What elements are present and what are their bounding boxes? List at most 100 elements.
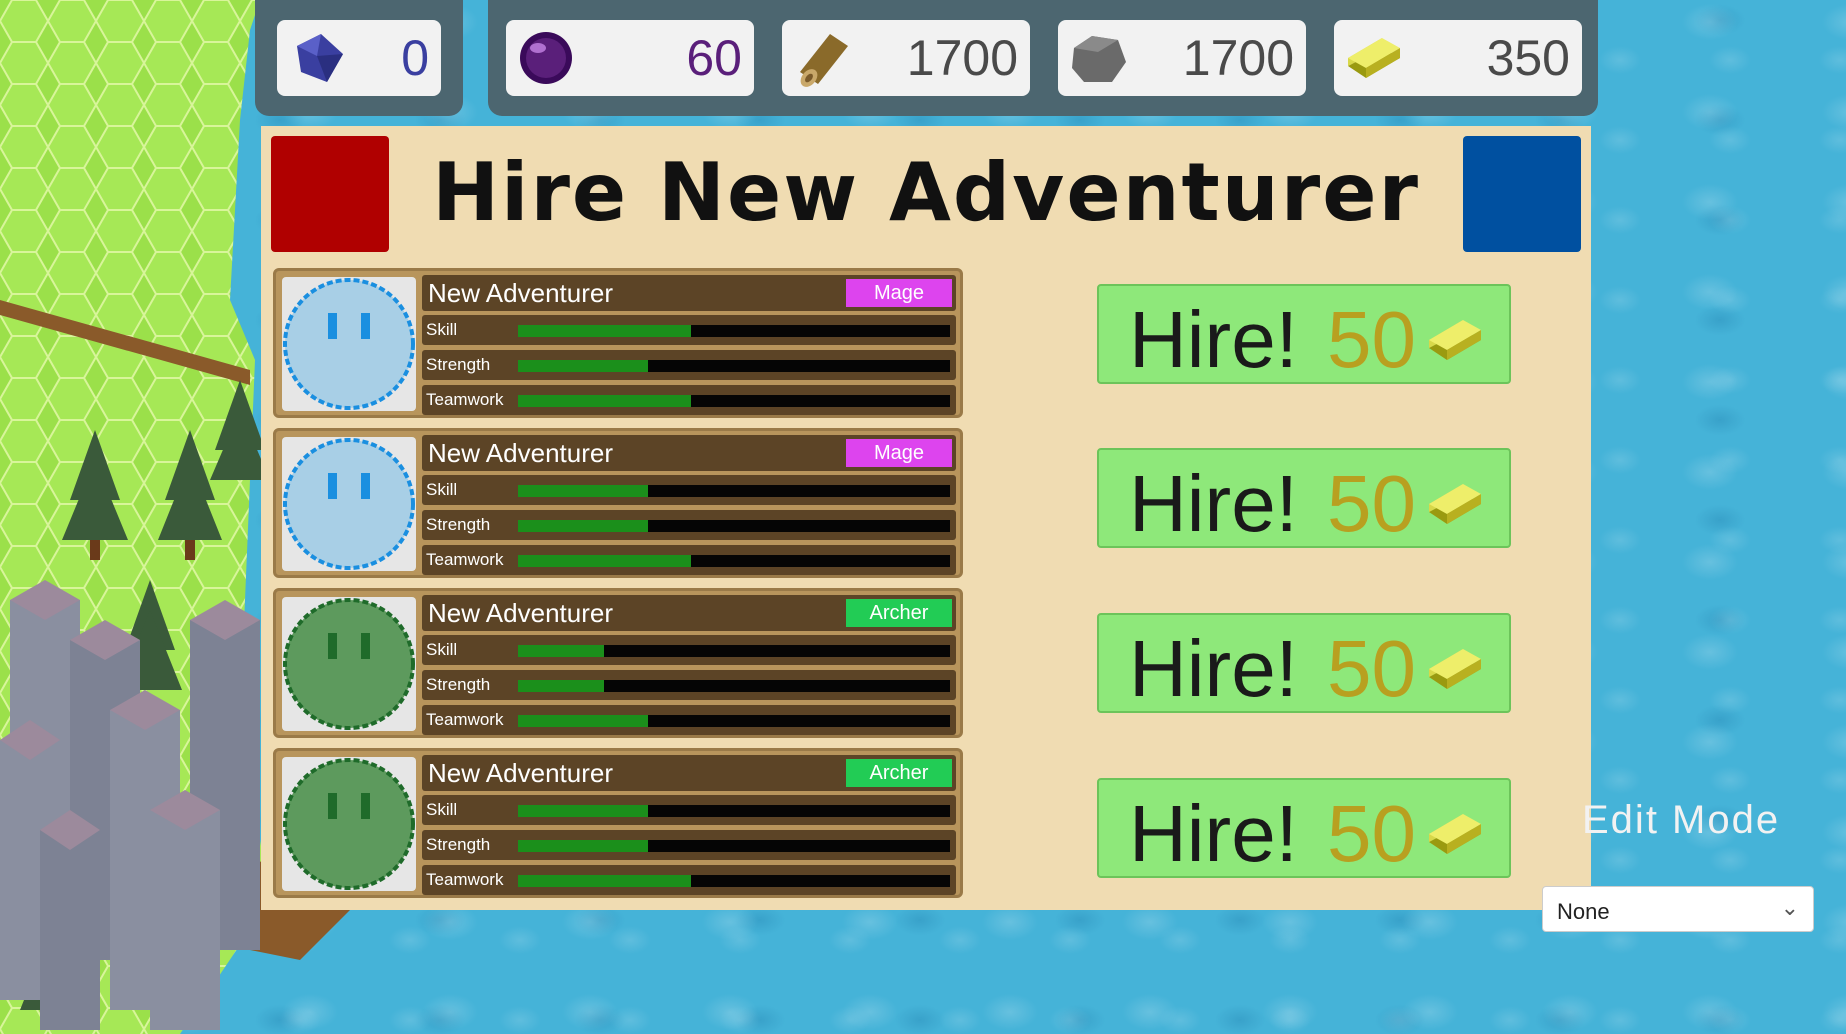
gold-bar-icon <box>1348 38 1400 78</box>
stat-bar-fill <box>518 555 691 567</box>
stat-bar-fill <box>518 485 648 497</box>
hire-cost: 50 <box>1327 624 1416 713</box>
stat-row: Teamwork <box>422 705 956 735</box>
class-badge: Archer <box>846 599 952 627</box>
stat-bar-fill <box>518 805 648 817</box>
stat-row: Skill <box>422 315 956 345</box>
avatar <box>282 757 416 891</box>
stat-bar-fill <box>518 645 605 657</box>
adventurer-info: New Adventurer Mage Skill Strength Teamw… <box>422 435 956 575</box>
stat-row: Teamwork <box>422 545 956 575</box>
stat-label: Skill <box>426 320 458 339</box>
class-badge: Mage <box>846 439 952 467</box>
resource-gold: 350 <box>1334 20 1582 96</box>
hire-label: Hire! <box>1129 789 1298 878</box>
gold-bar-icon <box>1429 814 1481 854</box>
name-bar: New Adventurer Archer <box>422 595 956 631</box>
stat-bar-fill <box>518 360 648 372</box>
hire-cost: 50 <box>1327 459 1416 548</box>
stat-bar <box>518 325 950 337</box>
hire-button[interactable]: Hire! 50 <box>1097 284 1511 384</box>
stat-row: Skill <box>422 795 956 825</box>
avatar <box>282 597 416 731</box>
hire-label: Hire! <box>1129 295 1298 384</box>
adventurer-name: New Adventurer <box>428 278 613 308</box>
gold-bar-icon <box>1429 484 1481 524</box>
adventurer-card: New Adventurer Mage Skill Strength Teamw… <box>273 268 963 418</box>
stat-bar <box>518 715 950 727</box>
hire-cost: 50 <box>1327 789 1416 878</box>
stat-bar <box>518 680 950 692</box>
adventurer-card: New Adventurer Archer Skill Strength Tea… <box>273 748 963 898</box>
stat-label: Strength <box>426 675 491 694</box>
stat-label: Teamwork <box>426 710 504 729</box>
class-badge: Mage <box>846 279 952 307</box>
stat-row: Teamwork <box>422 865 956 895</box>
resource-orb: 60 <box>506 20 754 96</box>
stat-bar-fill <box>518 840 648 852</box>
hire-label: Hire! <box>1129 459 1298 548</box>
hire-button[interactable]: Hire! 50 <box>1097 448 1511 548</box>
resource-bar-right: 60 1700 1700 350 <box>488 0 1598 116</box>
crystal-icon <box>297 34 343 82</box>
stat-bar <box>518 645 950 657</box>
stat-bar <box>518 805 950 817</box>
adventurer-name: New Adventurer <box>428 598 613 628</box>
stat-row: Strength <box>422 830 956 860</box>
page-title: Hire New Adventurer <box>432 146 1420 239</box>
stone-icon <box>1072 36 1126 82</box>
adventurer-name: New Adventurer <box>428 758 613 788</box>
stat-bar <box>518 555 950 567</box>
hire-label: Hire! <box>1129 624 1298 713</box>
wood-count: 1700 <box>906 30 1018 86</box>
blob-face-icon <box>283 438 415 570</box>
stat-label: Strength <box>426 515 491 534</box>
blob-face-icon <box>283 758 415 890</box>
hire-cost: 50 <box>1327 295 1416 384</box>
orb-icon <box>520 32 572 84</box>
hire-button[interactable]: Hire! 50 <box>1097 778 1511 878</box>
stat-row: Teamwork <box>422 385 956 415</box>
stat-bar-fill <box>518 875 691 887</box>
wood-log-icon <box>800 34 848 87</box>
stat-row: Skill <box>422 635 956 665</box>
gold-bar-icon <box>1429 320 1481 360</box>
stat-bar-fill <box>518 520 648 532</box>
avatar <box>282 437 416 571</box>
stat-label: Skill <box>426 640 458 659</box>
adventurer-info: New Adventurer Archer Skill Strength Tea… <box>422 755 956 895</box>
class-badge: Archer <box>846 759 952 787</box>
stat-bar-fill <box>518 680 605 692</box>
blob-face-icon <box>283 278 415 410</box>
stat-label: Teamwork <box>426 870 504 889</box>
stat-label: Skill <box>426 480 458 499</box>
edit-mode-label: Edit Mode <box>1582 798 1781 842</box>
blue-corner-button[interactable] <box>1463 136 1581 252</box>
stat-label: Strength <box>426 835 491 854</box>
name-bar: New Adventurer Mage <box>422 275 956 311</box>
hire-button[interactable]: Hire! 50 <box>1097 613 1511 713</box>
stat-label: Strength <box>426 355 491 374</box>
crystal-count: 0 <box>401 30 429 86</box>
orb-count: 60 <box>686 30 742 86</box>
stat-label: Skill <box>426 800 458 819</box>
hire-panel: Hire New Adventurer New Adventurer Mage … <box>261 126 1591 910</box>
resource-crystal: 0 <box>277 20 441 96</box>
stat-row: Skill <box>422 475 956 505</box>
edit-mode-dropdown[interactable]: None ⌄ <box>1542 886 1814 932</box>
stat-bar <box>518 395 950 407</box>
adventurer-card: New Adventurer Mage Skill Strength Teamw… <box>273 428 963 578</box>
stat-bar-fill <box>518 325 691 337</box>
adventurer-card: New Adventurer Archer Skill Strength Tea… <box>273 588 963 738</box>
resource-bar-left: 0 <box>255 0 463 116</box>
stat-row: Strength <box>422 510 956 540</box>
stat-bar <box>518 485 950 497</box>
stat-row: Strength <box>422 350 956 380</box>
stat-label: Teamwork <box>426 550 504 569</box>
stat-bar-fill <box>518 395 691 407</box>
adventurer-info: New Adventurer Archer Skill Strength Tea… <box>422 595 956 735</box>
name-bar: New Adventurer Mage <box>422 435 956 471</box>
avatar <box>282 277 416 411</box>
name-bar: New Adventurer Archer <box>422 755 956 791</box>
adventurer-name: New Adventurer <box>428 438 613 468</box>
